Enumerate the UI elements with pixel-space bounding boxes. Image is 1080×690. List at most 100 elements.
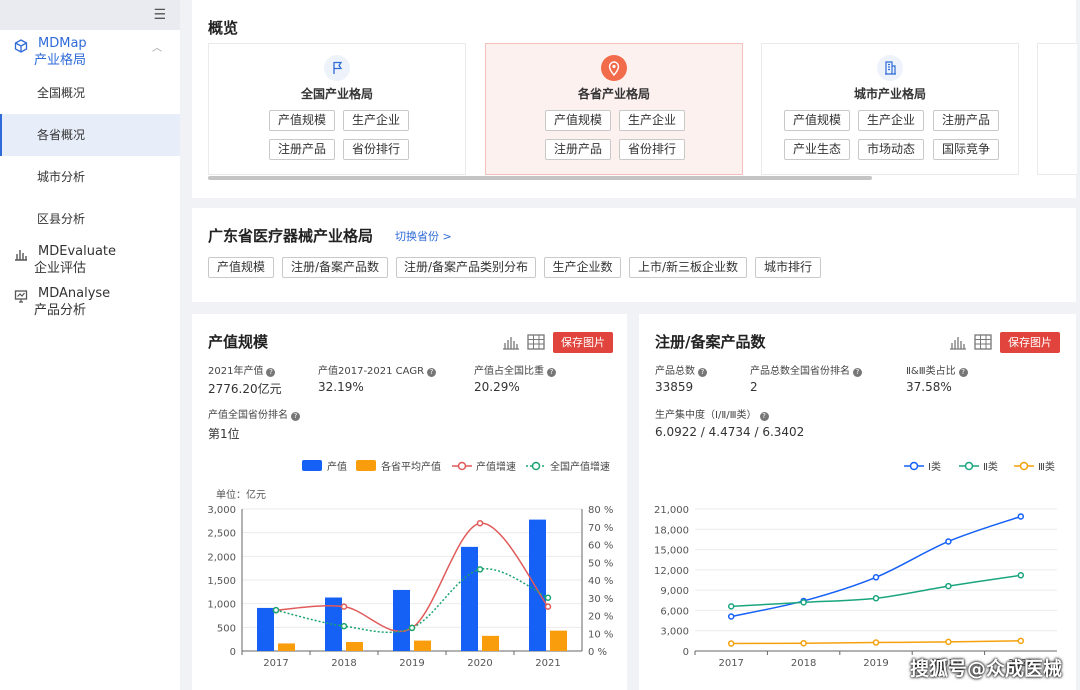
sidebar-group-title: MDEvaluate <box>38 244 117 259</box>
tag-output[interactable]: 产值规模 <box>269 110 335 131</box>
metric-label: Ⅱ&Ⅲ类占比? <box>906 362 968 377</box>
horizontal-scrollbar[interactable] <box>208 176 872 180</box>
sidebar-header: ☰ <box>0 0 180 30</box>
bar-chart-icon[interactable] <box>502 334 520 350</box>
panel-title: 注册/备案产品数 <box>655 333 766 351</box>
legend-item-output[interactable]: 产值 <box>302 458 347 473</box>
overview-card-national[interactable]: 全国产业格局 产值规模 生产企业 注册产品 省份排行 <box>208 43 466 175</box>
tag-manufacturers[interactable]: 生产企业 <box>343 110 409 131</box>
sidebar-item-county[interactable]: 区县分析 <box>0 198 180 240</box>
y2-tick-label: 80 % <box>588 505 613 516</box>
overview-card-city[interactable]: 城市产业格局 产值规模 生产企业 注册产品 产业生态 市场动态 国际竞争 <box>761 43 1019 175</box>
legend-item-growth[interactable]: 产值增速 <box>452 458 516 473</box>
y-tick-label: 6,000 <box>660 606 689 617</box>
metric-value: 33859 <box>655 380 694 394</box>
bar <box>393 589 410 651</box>
legend-item-class1[interactable]: Ⅰ类 <box>904 458 941 473</box>
tag-registered-products[interactable]: 注册产品 <box>545 139 611 160</box>
y-tick-label: 3,000 <box>660 627 689 638</box>
point <box>1017 637 1025 645</box>
table-icon[interactable] <box>974 334 992 350</box>
point <box>800 599 807 606</box>
tab-manufacturer-count[interactable]: 生产企业数 <box>544 257 621 278</box>
legend-item-national-growth[interactable]: 全国产值增速 <box>526 458 610 473</box>
tab-listed-companies[interactable]: 上市/新三板企业数 <box>629 257 747 278</box>
save-image-button[interactable]: 保存图片 <box>1000 332 1060 353</box>
metric-value: 6.0922 / 4.4734 / 6.3402 <box>655 425 805 439</box>
tag-manufacturers[interactable]: 生产企业 <box>858 110 924 131</box>
metric-label: 产值占全国比重? <box>474 362 556 377</box>
point <box>340 622 348 630</box>
tab-registered-category[interactable]: 注册/备案产品类别分布 <box>396 257 536 278</box>
metric-value: 第1位 <box>208 427 240 441</box>
cube-icon <box>14 39 28 53</box>
y-tick-label: 21,000 <box>654 505 689 516</box>
y-tick-label: 9,000 <box>660 586 689 597</box>
tag-manufacturers[interactable]: 生产企业 <box>619 110 685 131</box>
x-tick-label: 2018 <box>791 658 816 669</box>
watermark: 搜狐号@众成医械 <box>909 658 1062 680</box>
y-tick-label: 2,000 <box>207 552 236 563</box>
tag-province-ranking[interactable]: 省份排行 <box>619 139 685 160</box>
point <box>727 640 735 647</box>
y-tick-label: 1,500 <box>207 576 236 587</box>
overview-card-name: 全国产业格局 <box>300 87 373 101</box>
bar <box>482 635 499 651</box>
y2-tick-label: 10 % <box>588 629 613 640</box>
x-tick-label: 2019 <box>399 658 424 669</box>
legend-item-avg-output[interactable]: 各省平均产值 <box>356 458 441 473</box>
point <box>408 624 416 632</box>
tab-registered-count[interactable]: 注册/备案产品数 <box>282 257 388 278</box>
y-tick-label: 15,000 <box>654 546 689 557</box>
help-icon: ? <box>958 368 968 377</box>
help-icon: ? <box>266 368 276 377</box>
point <box>945 638 952 646</box>
output-chart: 0 500 1,000 1,500 2,000 2,500 3,000 0 % 10 % 20 %… <box>207 505 613 669</box>
bar <box>550 630 567 651</box>
sidebar-group-title: MDMap <box>38 36 87 51</box>
legend-item-class3[interactable]: Ⅲ类 <box>1014 458 1055 473</box>
sidebar-group-mdanalyse[interactable]: MDAnalyse 产品分析 <box>0 285 180 321</box>
sidebar-group-mdmap[interactable]: MDMap 产业格局 ︿ <box>0 35 180 71</box>
point <box>727 603 735 610</box>
tag-registered-products[interactable]: 注册产品 <box>933 110 999 131</box>
tag-market-dynamics[interactable]: 市场动态 <box>858 139 924 160</box>
help-icon: ? <box>427 368 437 377</box>
tag-province-ranking[interactable]: 省份排行 <box>343 139 409 160</box>
hamburger-icon[interactable]: ☰ <box>153 7 166 23</box>
sidebar-item-provinces[interactable]: 各省概况 <box>0 114 180 156</box>
tag-output[interactable]: 产值规模 <box>545 110 611 131</box>
point <box>544 594 552 601</box>
chevron-up-icon[interactable]: ︿ <box>152 39 162 54</box>
panel-title: 产值规模 <box>208 333 269 351</box>
tab-city-ranking[interactable]: 城市排行 <box>755 257 821 278</box>
y-tick-label: 0 <box>683 647 689 658</box>
tab-output[interactable]: 产值规模 <box>208 257 274 278</box>
sidebar-item-city[interactable]: 城市分析 <box>0 156 180 198</box>
y2-tick-label: 40 % <box>588 576 613 587</box>
overview-card-name: 城市产业格局 <box>853 87 926 101</box>
y-tick-label: 500 <box>217 623 236 634</box>
switch-province-link[interactable]: 切换省份 > <box>395 228 452 244</box>
sidebar-item-national[interactable]: 全国概况 <box>0 72 180 114</box>
point <box>1017 572 1025 579</box>
y-tick-label: 18,000 <box>654 525 689 536</box>
tag-industry-ecology[interactable]: 产业生态 <box>784 139 850 160</box>
overview-card-partial[interactable] <box>1037 43 1077 175</box>
line-chart-icon[interactable] <box>949 334 967 350</box>
y2-tick-label: 20 % <box>588 612 613 623</box>
sidebar-group-mdevaluate[interactable]: MDEvaluate 企业评估 <box>0 243 180 279</box>
table-icon[interactable] <box>527 334 545 350</box>
tag-output[interactable]: 产值规模 <box>784 110 850 131</box>
save-image-button[interactable]: 保存图片 <box>553 332 613 353</box>
metric-value: 2776.20亿元 <box>208 382 282 396</box>
legend-item-class2[interactable]: Ⅱ类 <box>959 458 998 473</box>
help-icon: ? <box>698 368 707 377</box>
overview-card-provinces[interactable]: 各省产业格局 产值规模 生产企业 注册产品 省份排行 <box>485 43 743 175</box>
tag-registered-products[interactable]: 注册产品 <box>269 139 335 160</box>
tag-international-competition[interactable]: 国际竞争 <box>933 139 999 160</box>
unit-label: 单位：亿元 <box>216 490 266 501</box>
bar <box>461 546 478 651</box>
flag-icon <box>324 55 350 81</box>
location-pin-icon <box>601 55 627 81</box>
